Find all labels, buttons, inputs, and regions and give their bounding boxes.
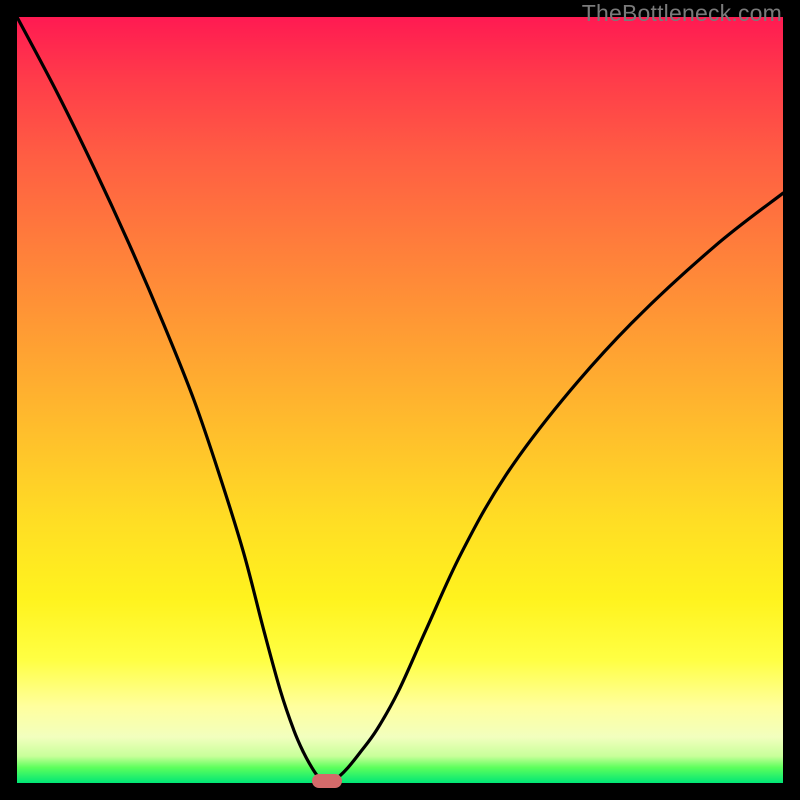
bottleneck-curve [17, 17, 783, 783]
curve-right-branch [333, 193, 783, 781]
attribution-text: TheBottleneck.com [582, 0, 782, 27]
minimum-marker [312, 774, 342, 788]
curve-left-branch [17, 17, 322, 781]
chart-frame: TheBottleneck.com [0, 0, 800, 800]
plot-area [17, 17, 783, 783]
